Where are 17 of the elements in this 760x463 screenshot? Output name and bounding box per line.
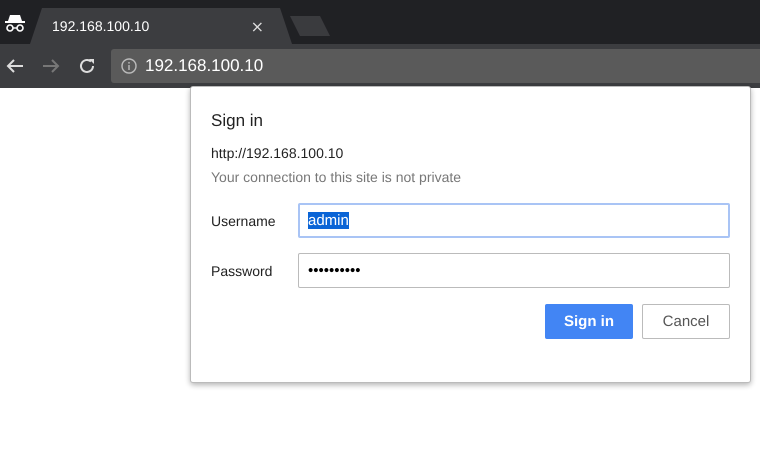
site-address: http://192.168.100.10 [211,145,344,161]
close-tab-button[interactable]: × [250,16,264,36]
address-bar[interactable]: 192.168.100.10 [111,49,760,83]
dialog-title: Sign in [211,111,264,131]
browser-tab[interactable]: 192.168.100.10 × [30,8,292,44]
url-text: 192.168.100.10 [145,56,264,76]
input-field[interactable]: admin [298,203,730,238]
input-field[interactable]: •••••••••• [298,253,730,288]
cancel-button[interactable]: Cancel [642,304,730,339]
field-label: Username [211,212,277,228]
tab-title: 192.168.100.10 [52,18,150,34]
info-icon[interactable] [121,58,137,74]
field-label: Password [211,262,274,278]
back-icon[interactable] [6,58,24,74]
privacy-warning: Your connection to this site is not private [211,169,462,185]
reload-icon[interactable] [78,57,96,75]
sign-in-button[interactable]: Sign in [545,304,633,339]
